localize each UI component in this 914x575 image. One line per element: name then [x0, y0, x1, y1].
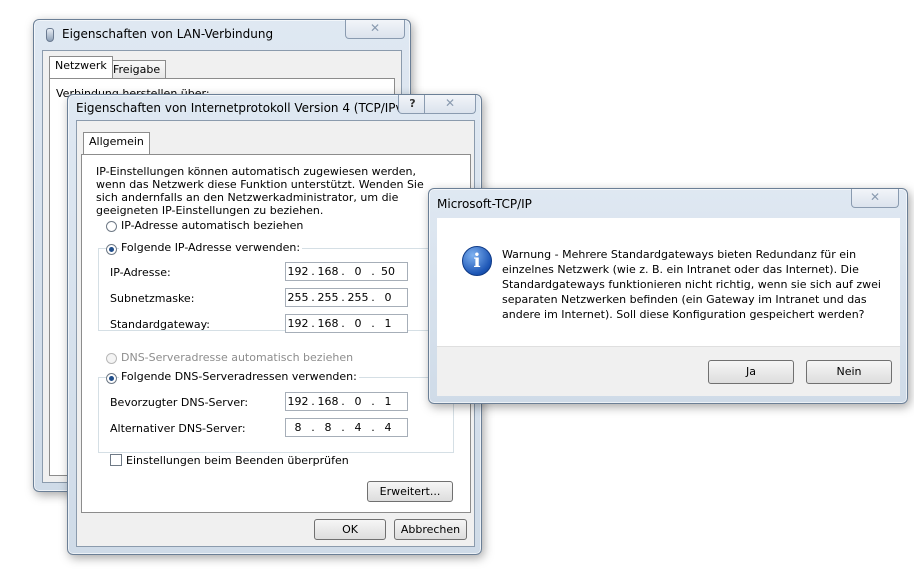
warning-line-5: andere im Internet). Soll diese Konfigur…: [502, 308, 865, 321]
tab-allgemein[interactable]: Allgemein: [83, 132, 150, 154]
cancel-button[interactable]: Abbrechen: [394, 519, 467, 540]
dns-pref-octet-4[interactable]: 1: [376, 395, 400, 408]
dns-settings-group: [98, 377, 454, 453]
ip-octet-4[interactable]: 50: [376, 265, 400, 278]
subnet-octet-1[interactable]: 255: [286, 291, 310, 304]
warning-close-button[interactable]: ✕: [851, 189, 899, 208]
gateway-octet-1[interactable]: 192: [286, 317, 310, 330]
validate-settings-label[interactable]: Einstellungen beim Beenden überprüfen: [126, 454, 349, 467]
ip-description: IP-Einstellungen können automatisch zuge…: [96, 165, 424, 217]
help-button[interactable]: ?: [398, 95, 427, 114]
subnet-mask-field[interactable]: 255. 255. 255. 0: [285, 288, 408, 307]
warning-content: i Warnung - Mehrere Standardgateways bie…: [437, 218, 900, 346]
dns-auto-label[interactable]: DNS-Serveradresse automatisch beziehen: [121, 351, 353, 364]
dns-pref-octet-1[interactable]: 192: [286, 395, 310, 408]
ip-octet-3[interactable]: 0: [346, 265, 370, 278]
gateway-label: Standardgateway:: [110, 318, 210, 331]
advanced-button[interactable]: Erweitert...: [367, 481, 453, 502]
dns-auto-radio[interactable]: [106, 353, 117, 364]
lan-dialog-title: Eigenschaften von LAN-Verbindung: [62, 27, 274, 41]
ipv4-tab-panel: IP-Einstellungen können automatisch zuge…: [81, 154, 471, 513]
ip-address-field[interactable]: 192. 168. 0. 50: [285, 262, 408, 281]
warning-line-1: Warnung - Mehrere Standardgateways biete…: [502, 248, 857, 261]
ipv4-titlebar[interactable]: Eigenschaften von Internetprotokoll Vers…: [68, 95, 481, 123]
tab-netzwerk[interactable]: Netzwerk: [49, 56, 113, 78]
ipv4-close-button[interactable]: ✕: [424, 95, 476, 114]
warning-button-bar: Ja Nein: [437, 346, 900, 396]
dns-preferred-field[interactable]: 192. 168. 0. 1: [285, 392, 408, 411]
validate-settings-checkbox[interactable]: [110, 454, 122, 466]
dns-alt-octet-1[interactable]: 8: [286, 421, 310, 434]
ipv4-properties-dialog: Eigenschaften von Internetprotokoll Vers…: [67, 94, 482, 555]
warning-line-4: separaten Netzwerken befinden (ein Gatew…: [502, 293, 867, 306]
gateway-octet-2[interactable]: 168: [316, 317, 340, 330]
ip-octet-1[interactable]: 192: [286, 265, 310, 278]
warning-dialog-title: Microsoft-TCP/IP: [437, 197, 532, 211]
lan-close-button[interactable]: ✕: [345, 20, 405, 39]
gateway-field[interactable]: 192. 168. 0. 1: [285, 314, 408, 333]
dns-alt-octet-4[interactable]: 4: [376, 421, 400, 434]
ip-manual-label[interactable]: Folgende IP-Adresse verwenden:: [119, 241, 303, 254]
dns-alt-octet-3[interactable]: 4: [346, 421, 370, 434]
ok-button[interactable]: OK: [314, 519, 386, 540]
subnet-label: Subnetzmaske:: [110, 292, 195, 305]
subnet-octet-2[interactable]: 255: [316, 291, 340, 304]
ip-address-label: IP-Adresse:: [110, 266, 171, 279]
subnet-octet-3[interactable]: 255: [346, 291, 370, 304]
dns-alt-octet-2[interactable]: 8: [316, 421, 340, 434]
warning-line-2: einzelnes Netzwerk (wie z. B. ein Intran…: [502, 263, 859, 276]
dns-alternate-label: Alternativer DNS-Server:: [110, 422, 246, 435]
gateway-octet-4[interactable]: 1: [376, 317, 400, 330]
network-adapter-icon: [46, 28, 54, 42]
ip-manual-radio[interactable]: [106, 244, 117, 255]
dns-manual-label[interactable]: Folgende DNS-Serveradressen verwenden:: [119, 370, 359, 383]
dns-pref-octet-2[interactable]: 168: [316, 395, 340, 408]
subnet-octet-4[interactable]: 0: [376, 291, 400, 304]
tab-freigabe[interactable]: Freigabe: [107, 60, 167, 79]
ip-auto-label[interactable]: IP-Adresse automatisch beziehen: [121, 219, 303, 232]
dns-manual-radio[interactable]: [106, 373, 117, 384]
dns-preferred-label: Bevorzugter DNS-Server:: [110, 396, 249, 409]
ip-auto-radio[interactable]: [106, 221, 117, 232]
warning-titlebar[interactable]: Microsoft-TCP/IP ✕: [429, 189, 907, 217]
no-button[interactable]: Nein: [806, 360, 892, 384]
lan-titlebar[interactable]: Eigenschaften von LAN-Verbindung ✕: [34, 20, 410, 48]
yes-button[interactable]: Ja: [708, 360, 794, 384]
warning-line-3: Standardgateways funktionieren nicht ric…: [502, 278, 881, 291]
ipv4-dialog-title: Eigenschaften von Internetprotokoll Vers…: [76, 101, 415, 115]
info-icon: i: [462, 246, 492, 276]
ipv4-client-area: Allgemein IP-Einstellungen können automa…: [76, 120, 475, 547]
ip-octet-2[interactable]: 168: [316, 265, 340, 278]
gateway-octet-3[interactable]: 0: [346, 317, 370, 330]
dns-alternate-field[interactable]: 8.8.4.4: [285, 418, 408, 437]
tcpip-warning-dialog: Microsoft-TCP/IP ✕ i Warnung - Mehrere S…: [428, 188, 908, 404]
dns-pref-octet-3[interactable]: 0: [346, 395, 370, 408]
